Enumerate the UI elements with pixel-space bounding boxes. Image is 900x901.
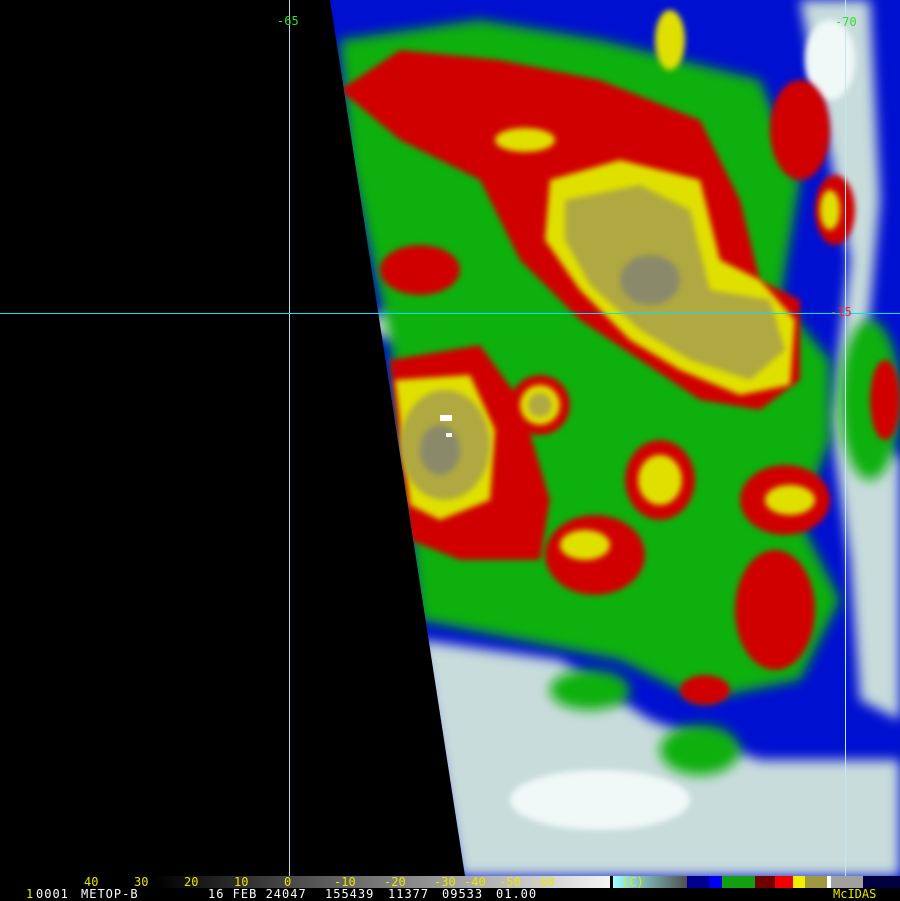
cloud-swath: [330, 0, 900, 876]
frame-id: 0001: [36, 887, 69, 901]
scale-tick-label: 20: [184, 875, 199, 889]
field-2: 09533: [442, 887, 484, 901]
footer-info-bar: 1 0001 METOP-B 16 FEB 24047 155439 11377…: [0, 888, 900, 900]
satellite-name: METOP-B: [81, 887, 139, 901]
date: 16 FEB 24047: [208, 887, 307, 901]
time: 155439: [325, 887, 375, 901]
lon-label: -65: [277, 14, 299, 28]
frame-number: 1: [26, 887, 35, 901]
lon-label: -70: [835, 15, 857, 29]
lat-label: -15: [830, 305, 852, 319]
field-1: 11377: [388, 887, 430, 901]
satellite-ir-image: [0, 0, 900, 888]
scale-unit-label: (C): [622, 875, 644, 889]
field-3: 01.00: [496, 887, 538, 901]
mcidas-brand: McIDAS: [833, 887, 877, 901]
